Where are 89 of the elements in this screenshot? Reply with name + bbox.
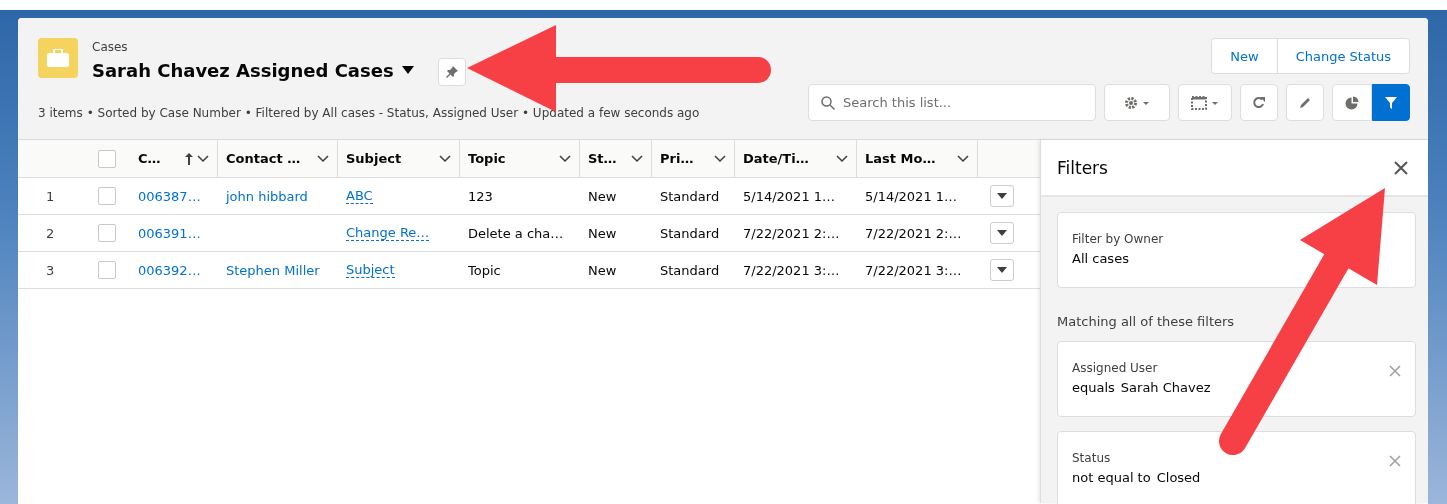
settings-icon — [1124, 95, 1150, 110]
filter-label: Filter by Owner — [1072, 232, 1164, 246]
chevron-down-icon[interactable] — [957, 154, 969, 163]
row-checkbox[interactable] — [98, 187, 116, 205]
column-header[interactable]: Date/Ti… — [735, 140, 857, 177]
table-cell: 5/14/2021 1… — [743, 188, 836, 204]
caret-icon — [997, 267, 1007, 273]
refresh-icon — [1252, 95, 1266, 110]
row-checkbox[interactable] — [98, 261, 116, 279]
search-icon — [821, 95, 835, 110]
table-cell: New — [588, 225, 617, 241]
filter-value: All cases — [1072, 251, 1129, 266]
table-cell: New — [588, 188, 617, 204]
column-header[interactable]: C… — [130, 140, 218, 177]
filter-button[interactable] — [1372, 84, 1410, 121]
remove-icon[interactable] — [1389, 455, 1401, 467]
pencil-icon — [1298, 95, 1312, 110]
row-number: 1 — [46, 188, 55, 204]
chevron-down-icon[interactable] — [714, 154, 726, 163]
table-cell: Standard — [660, 188, 720, 204]
filter-value: Sarah Chavez — [1120, 380, 1211, 395]
table-cell: 123 — [468, 188, 493, 204]
list-title: Sarah Chavez Assigned Cases — [92, 59, 394, 81]
object-label: Cases — [92, 40, 129, 54]
close-icon[interactable] — [1394, 160, 1408, 175]
column-header[interactable]: St… — [580, 140, 652, 177]
chevron-down-icon[interactable] — [836, 154, 848, 163]
table-cell: Standard — [660, 262, 720, 278]
column-header[interactable]: Contact … — [218, 140, 338, 177]
filter-card[interactable]: Status not equal to Closed — [1057, 431, 1416, 504]
chevron-down-icon[interactable] — [317, 154, 329, 163]
filter-value: Closed — [1156, 470, 1201, 485]
pin-button[interactable] — [437, 58, 466, 86]
table-cell: Topic — [468, 262, 501, 278]
record-link[interactable]: Change Re… — [346, 225, 430, 241]
column-header[interactable]: Pri… — [652, 140, 735, 177]
row-checkbox[interactable] — [98, 224, 116, 242]
settings-button[interactable] — [1104, 84, 1170, 121]
record-link[interactable]: 006391… — [138, 225, 201, 241]
record-link[interactable]: john hibbard — [226, 188, 308, 204]
pie-chart-icon — [1345, 95, 1359, 110]
caret-icon — [997, 193, 1007, 199]
refresh-button[interactable] — [1240, 84, 1278, 121]
record-link[interactable]: 006387… — [138, 188, 201, 204]
section-label: Matching all of these filters — [1057, 314, 1236, 329]
action-button[interactable]: Change Status — [1276, 39, 1409, 73]
search-field[interactable]: Search this list... — [808, 84, 1096, 121]
caret-icon[interactable] — [401, 66, 414, 74]
chevron-down-icon[interactable] — [559, 154, 571, 163]
filter-value: equals — [1072, 380, 1115, 395]
record-link[interactable]: Stephen Miller — [226, 262, 320, 278]
column-header[interactable]: Last Mo… — [857, 140, 978, 177]
table-cell: Standard — [660, 225, 720, 241]
table-cell: 7/22/2021 3:… — [865, 262, 962, 278]
table-icon — [1191, 95, 1219, 110]
record-link[interactable]: 006392… — [138, 262, 201, 278]
table-cell: 7/22/2021 2:… — [865, 225, 962, 241]
table-cell: 7/22/2021 2:… — [743, 225, 840, 241]
pin-icon — [445, 66, 458, 78]
row-actions-button[interactable] — [990, 259, 1014, 281]
select-all-checkbox[interactable] — [98, 149, 116, 168]
chart-button[interactable] — [1332, 84, 1372, 121]
filter-label: Status — [1072, 451, 1112, 465]
filter-icon — [1384, 95, 1398, 110]
table-cell: 5/14/2021 1… — [865, 188, 958, 204]
cases-icon — [38, 38, 78, 78]
display-button[interactable] — [1178, 84, 1232, 121]
row-number: 2 — [46, 225, 55, 241]
table-cell: Delete a cha… — [468, 225, 564, 241]
filter-value: not equal to — [1072, 470, 1151, 485]
list-info: 3 items • Sorted by Case Number • Filtered by All cases - Status, Assigned User • Updated a few seconds ago — [38, 106, 700, 120]
record-link[interactable]: ABC — [346, 188, 373, 204]
table-cell: 7/22/2021 3:… — [743, 262, 840, 278]
chevron-down-icon[interactable] — [197, 154, 209, 163]
row-actions-button[interactable] — [990, 185, 1014, 207]
caret-icon — [997, 230, 1007, 236]
row-actions-button[interactable] — [990, 222, 1014, 244]
action-button[interactable]: New — [1212, 39, 1277, 73]
column-header[interactable]: Subject — [338, 140, 460, 177]
chevron-down-icon[interactable] — [631, 154, 643, 163]
filter-label: Assigned User — [1072, 361, 1159, 375]
row-number: 3 — [46, 262, 55, 278]
record-link[interactable]: Subject — [346, 262, 395, 278]
remove-icon[interactable] — [1389, 365, 1401, 377]
filter-card[interactable]: Assigned User equals Sarah Chavez — [1057, 341, 1416, 417]
panel-title: Filters — [1057, 157, 1108, 178]
column-header[interactable]: Topic — [460, 140, 580, 177]
chevron-down-icon[interactable] — [439, 154, 451, 163]
table-cell: New — [588, 262, 617, 278]
